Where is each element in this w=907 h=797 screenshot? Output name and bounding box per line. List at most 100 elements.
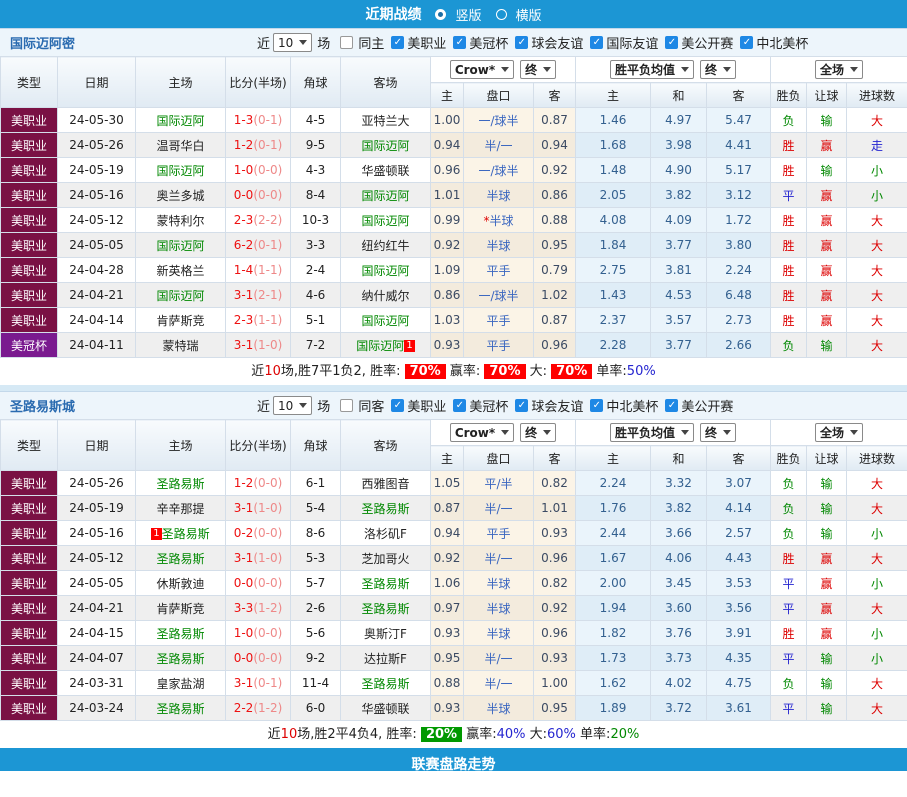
away-team-name[interactable]: 西雅图音: [361, 477, 409, 491]
handicap-cell: 平手: [464, 258, 534, 283]
away-team-name[interactable]: 国际迈阿: [361, 189, 409, 203]
home-team-name[interactable]: 圣路易斯: [156, 477, 204, 491]
home-team-name[interactable]: 皇家盐湖: [156, 677, 204, 691]
avg-final-select[interactable]: 终: [700, 423, 736, 442]
bottom-bar-title: 联赛盘路走势: [412, 757, 496, 771]
away-team-name[interactable]: 国际迈阿: [361, 314, 409, 328]
avg-away-cell: 3.07: [707, 471, 771, 496]
league-checkbox[interactable]: ✓: [590, 399, 603, 412]
avg-home-cell: 1.94: [576, 596, 651, 621]
avg-final-select-value: 终: [705, 424, 717, 441]
away-team-name[interactable]: 奥斯汀F: [364, 627, 407, 641]
league-checkbox[interactable]: ✓: [665, 36, 678, 49]
league-checkbox[interactable]: ✓: [453, 36, 466, 49]
avg-odds-header: 胜平负均值终: [576, 420, 771, 446]
home-team-name[interactable]: 辛辛那提: [156, 502, 204, 516]
avg-odds-select[interactable]: 胜平负均值: [610, 423, 694, 442]
away-team-name[interactable]: 圣路易斯: [361, 577, 409, 591]
away-team-name[interactable]: 纽约红牛: [361, 239, 409, 253]
league-checkbox[interactable]: ✓: [391, 36, 404, 49]
half-time-score: (1-1): [253, 263, 282, 277]
handicap-cell: *半球: [464, 208, 534, 233]
avg-final-select[interactable]: 终: [700, 60, 736, 79]
avg-away-cell: 2.73: [707, 308, 771, 333]
home-team-name[interactable]: 国际迈阿: [156, 164, 204, 178]
result-winloss-cell: 平: [771, 571, 807, 596]
home-team-name[interactable]: 国际迈阿: [156, 114, 204, 128]
home-team-name[interactable]: 新英格兰: [156, 264, 204, 278]
home-team-name[interactable]: 奥兰多城: [156, 189, 204, 203]
result-goals-cell: 大: [847, 108, 907, 133]
away-team-name[interactable]: 国际迈阿: [361, 264, 409, 278]
away-team-name[interactable]: 华盛顿联: [361, 702, 409, 716]
league-checkbox[interactable]: ✓: [665, 399, 678, 412]
away-team-name[interactable]: 芝加哥火: [361, 552, 409, 566]
avg-odds-select[interactable]: 胜平负均值: [610, 60, 694, 79]
summary-text: 10: [264, 364, 281, 379]
league-checkbox[interactable]: ✓: [590, 36, 603, 49]
home-team-name[interactable]: 圣路易斯: [156, 627, 204, 641]
odds-source-select[interactable]: Crow*: [450, 423, 514, 442]
result-handicap-cell: 赢: [807, 183, 847, 208]
scope-select[interactable]: 全场: [815, 423, 863, 442]
sub-column-header: 盘口: [464, 83, 534, 108]
away-team-name[interactable]: 国际迈阿: [361, 139, 409, 153]
avg-away-cell: 4.14: [707, 496, 771, 521]
home-team-name[interactable]: 圣路易斯: [156, 702, 204, 716]
same-venue-checkbox[interactable]: [340, 36, 353, 49]
home-team-name[interactable]: 圣路易斯: [156, 652, 204, 666]
away-team-name[interactable]: 纳什威尔: [361, 289, 409, 303]
away-team-name[interactable]: 亚特兰大: [361, 114, 409, 128]
home-team-name[interactable]: 蒙特瑞: [162, 339, 198, 353]
away-team-name[interactable]: 洛杉矶F: [364, 527, 407, 541]
games-count-select[interactable]: 10: [273, 396, 312, 415]
match-type-cell: 美职业: [1, 696, 58, 721]
league-checkbox[interactable]: ✓: [453, 399, 466, 412]
away-team-name[interactable]: 圣路易斯: [361, 602, 409, 616]
horizontal-layout-radio[interactable]: [496, 9, 507, 20]
result-winloss-cell: 胜: [771, 283, 807, 308]
scope-select[interactable]: 全场: [815, 60, 863, 79]
odds-final-select[interactable]: 终: [520, 60, 556, 79]
match-date-cell: 24-05-26: [58, 133, 136, 158]
half-time-score: (1-0): [253, 501, 282, 515]
full-time-score: 0-0: [234, 651, 254, 665]
vertical-layout-radio[interactable]: [435, 9, 446, 20]
away-team-name[interactable]: 国际迈阿: [356, 339, 404, 353]
match-type-cell: 美职业: [1, 471, 58, 496]
result-winloss-cell: 胜: [771, 208, 807, 233]
corner-cell: 4-3: [291, 158, 341, 183]
home-team-name[interactable]: 圣路易斯: [156, 552, 204, 566]
away-team-name[interactable]: 圣路易斯: [361, 677, 409, 691]
home-team-name[interactable]: 休斯敦迪: [156, 577, 204, 591]
home-team-name[interactable]: 肯萨斯竞: [156, 602, 204, 616]
league-checkbox[interactable]: ✓: [391, 399, 404, 412]
away-team-name[interactable]: 国际迈阿: [361, 214, 409, 228]
home-team-name[interactable]: 国际迈阿: [156, 289, 204, 303]
away-team-name[interactable]: 华盛顿联: [361, 164, 409, 178]
home-team-name[interactable]: 温哥华白: [156, 139, 204, 153]
league-checkbox[interactable]: ✓: [515, 399, 528, 412]
home-team-name[interactable]: 圣路易斯: [162, 527, 210, 541]
sub-column-header: 和: [651, 83, 707, 108]
half-time-score: (0-0): [253, 188, 282, 202]
odds-away-cell: 0.96: [534, 333, 576, 358]
home-team-name[interactable]: 肯萨斯竞: [156, 314, 204, 328]
team-name[interactable]: 国际迈阿密: [10, 33, 255, 52]
odds-final-select[interactable]: 终: [520, 423, 556, 442]
same-venue-checkbox[interactable]: [340, 399, 353, 412]
games-count-select[interactable]: 10: [273, 33, 312, 52]
odds-source-select[interactable]: Crow*: [450, 60, 514, 79]
match-type-cell: 美职业: [1, 108, 58, 133]
summary-text: 场,胜7平1负2, 胜率:: [281, 364, 405, 379]
league-checkbox[interactable]: ✓: [740, 36, 753, 49]
full-time-score: 3-3: [234, 601, 254, 615]
team-name[interactable]: 圣路易斯城: [10, 396, 255, 415]
bottom-bar[interactable]: 联赛盘路走势: [0, 748, 907, 771]
away-team-name[interactable]: 达拉斯F: [364, 652, 407, 666]
home-team-name[interactable]: 蒙特利尔: [156, 214, 204, 228]
away-team-name[interactable]: 圣路易斯: [361, 502, 409, 516]
league-checkbox[interactable]: ✓: [515, 36, 528, 49]
odds-away-cell: 0.95: [534, 696, 576, 721]
home-team-name[interactable]: 国际迈阿: [156, 239, 204, 253]
